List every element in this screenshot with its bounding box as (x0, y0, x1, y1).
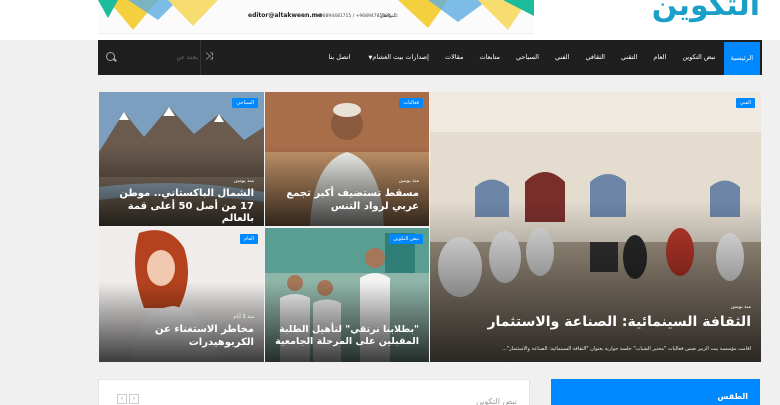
main-navigation: ⤨ الرئيسية نبض التكوين العام التقني الثق… (98, 40, 762, 75)
post-tile-pakistan[interactable]: السياحي منذ يومين الشمال الباكستاني.. مو… (99, 92, 264, 226)
banner-email: editor@altakween.me (248, 12, 322, 19)
category-badge[interactable]: العام (240, 234, 258, 244)
post-title[interactable]: مخاطر الاستغناء عن الكربوهيدرات (107, 324, 254, 349)
next-arrow-icon[interactable]: › (129, 394, 139, 404)
nav-item-followups[interactable]: متابعات (472, 40, 508, 75)
post-date: منذ يومين (730, 304, 751, 310)
banner-contact-label: للتواصل: (380, 13, 399, 19)
shuffle-icon[interactable]: ⤨ (205, 51, 213, 62)
post-overlay (265, 281, 429, 362)
nav-menu: الرئيسية نبض التكوين العام التقني الثقاف… (320, 40, 762, 75)
nav-item-tourism[interactable]: السياحي (508, 40, 547, 75)
post-title[interactable]: "بطلابنا نرتقي" لتأهيل الطلبة المقبلين ع… (273, 324, 419, 348)
nav-item-general[interactable]: العام (645, 40, 674, 75)
post-tile-tennis[interactable]: فعاليات منذ يومين مسقط تستضيف أكبر تجمع … (265, 92, 429, 226)
site-logo[interactable]: التكوين (652, 0, 761, 23)
featured-post-main[interactable]: الفني منذ يومين الثقافة السينمائية: الصن… (430, 92, 761, 362)
nav-item-articles[interactable]: مقالات (437, 40, 472, 75)
featured-post-overlay (430, 200, 761, 362)
weather-widget: الطقس (551, 379, 760, 405)
post-excerpt: أقامت مؤسسة بيت الزبير ضمن فعاليات "مختب… (502, 346, 751, 352)
header-banner-ad[interactable]: editor@altakween.me +96894481715 / +9689… (98, 0, 534, 34)
nav-item-culture[interactable]: الثقافي (577, 40, 613, 75)
category-badge[interactable]: الفني (735, 98, 755, 108)
post-date: منذ يومين (233, 178, 254, 184)
post-overlay (265, 145, 429, 226)
post-title[interactable]: الشمال الباكستاني.. موطن 17 من أصل 50 أع… (107, 188, 254, 226)
nav-item-contact[interactable]: اتصل بنا (320, 40, 358, 75)
post-overlay (99, 281, 264, 362)
nav-item-home[interactable]: الرئيسية (723, 42, 760, 75)
weather-title: الطقس (717, 392, 748, 401)
nav-item-pulse[interactable]: نبض التكوين (674, 40, 723, 75)
search-box (98, 40, 201, 75)
post-date: منذ يومين (398, 178, 419, 184)
nav-item-publications[interactable]: ▼إصدارات بيت الغشام (358, 40, 436, 75)
nav-item-publications-label: إصدارات بيت الغشام (372, 53, 429, 61)
site-header: editor@altakween.me +96894481715 / +9689… (0, 0, 780, 40)
post-tile-carbs[interactable]: العام منذ 3 أيام مخاطر الاستغناء عن الكر… (99, 228, 264, 362)
category-badge[interactable]: السياحي (232, 98, 258, 108)
post-title[interactable]: مسقط تستضيف أكبر تجمع عربي لرواد التنس (273, 188, 419, 213)
prev-arrow-icon[interactable]: ‹ (117, 394, 127, 404)
nav-item-tech[interactable]: التقني (613, 40, 645, 75)
block-pagination: ‹ › (117, 394, 139, 404)
block-title[interactable]: نبض التكوين (476, 397, 517, 405)
post-title[interactable]: الثقافة السينمائية: الصناعة والاستثمار (438, 314, 751, 332)
post-date: منذ 3 أيام (233, 314, 254, 320)
category-badge[interactable]: فعاليات (399, 98, 423, 108)
search-input[interactable] (118, 49, 198, 65)
post-tile-students[interactable]: نبض التكوين "بطلابنا نرتقي" لتأهيل الطلب… (265, 228, 429, 362)
news-block: ‹ › نبض التكوين (98, 379, 530, 405)
category-badge[interactable]: نبض التكوين (389, 234, 423, 244)
nav-item-arts[interactable]: الفني (547, 40, 577, 75)
search-icon[interactable] (106, 52, 115, 61)
